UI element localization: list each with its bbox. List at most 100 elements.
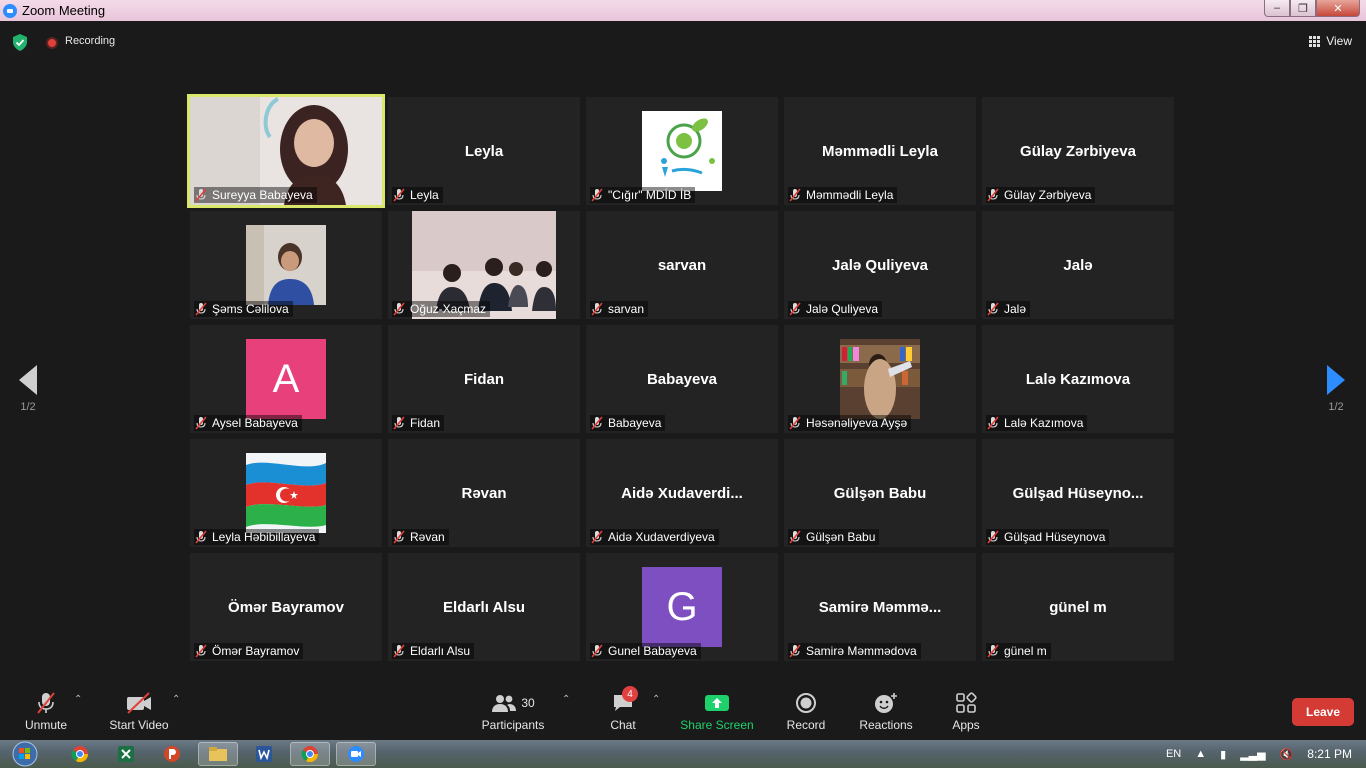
page-indicator-right: 1/2 (1328, 401, 1344, 413)
start-video-button[interactable]: Start Video (106, 690, 172, 732)
apps-button[interactable]: Apps (948, 690, 984, 732)
participant-tile[interactable]: Leyla Leyla (388, 97, 580, 205)
participant-display-name: Ömər Bayramov (228, 599, 344, 616)
reactions-button[interactable]: Reactions (858, 690, 914, 732)
chat-options-chevron-icon[interactable]: ⌃ (652, 694, 660, 705)
video-options-chevron-icon[interactable]: ⌃ (172, 694, 180, 705)
participant-name-tag: Oğuz-Xaçmaz (392, 301, 491, 317)
participant-tile[interactable]: Gülşad Hüseyno... Gülşad Hüseynova (982, 439, 1174, 547)
maximize-button[interactable]: ❐ (1290, 0, 1316, 17)
record-icon (796, 693, 816, 713)
participant-name: Gülşən Babu (806, 530, 876, 544)
participant-display-name: Jalə (1063, 257, 1093, 274)
taskbar-explorer-icon[interactable] (198, 742, 238, 766)
share-screen-label: Share Screen (680, 718, 754, 732)
security-shield-icon[interactable] (12, 34, 28, 51)
taskbar-zoom-icon[interactable] (336, 742, 376, 766)
muted-mic-icon (987, 644, 999, 658)
taskbar-word-icon[interactable] (244, 742, 284, 766)
participant-name: Jalə Quliyeva (806, 302, 879, 316)
participants-options-chevron-icon[interactable]: ⌃ (562, 694, 570, 705)
record-button[interactable]: Record (784, 690, 828, 732)
reactions-label: Reactions (859, 718, 913, 732)
meeting-toolbar: Unmute ⌃ Start Video ⌃ 30 Participants ⌃… (0, 684, 1366, 740)
participant-name-tag: Gülşad Hüseynova (986, 529, 1110, 545)
participant-tile[interactable]: Sureyya Babayeva (187, 94, 385, 208)
audio-options-chevron-icon[interactable]: ⌃ (74, 694, 82, 705)
gallery-grid: Sureyya Babayeva Leyla Leyla "Cığır" MDİD İ… (187, 94, 1178, 665)
participant-tile[interactable]: Şəms Cəlilova (190, 211, 382, 319)
participant-tile[interactable]: Oğuz-Xaçmaz (388, 211, 580, 319)
participant-name: Gunel Babayeva (608, 644, 697, 658)
muted-mic-icon (987, 302, 999, 316)
participant-name-tag: Aidə Xudaverdiyeva (590, 529, 719, 545)
participants-count: 30 (521, 696, 535, 710)
participant-display-name: Eldarlı Alsu (443, 599, 525, 616)
muted-mic-icon (591, 416, 603, 430)
participant-name: Leyla Həbibillayeva (212, 530, 316, 544)
muted-mic-icon (393, 530, 405, 544)
grid-view-icon (1309, 35, 1321, 47)
participant-name-tag: Gunel Babayeva (590, 643, 701, 659)
network-signal-icon[interactable]: ▂▃▅ (1240, 748, 1265, 761)
participant-tile[interactable]: G Gunel Babayeva (586, 553, 778, 661)
participant-tile[interactable]: Leyla Həbibillayeva (190, 439, 382, 547)
participant-tile[interactable]: Jalə Jalə (982, 211, 1174, 319)
avatar-letter: G (642, 567, 722, 647)
muted-mic-icon (195, 416, 207, 430)
participant-tile[interactable]: Eldarlı Alsu Eldarlı Alsu (388, 553, 580, 661)
participant-tile[interactable]: Gülay Zərbiyeva Gülay Zərbiyeva (982, 97, 1174, 205)
participant-name: Şəms Cəlilova (212, 302, 289, 316)
participant-name-tag: Məmmədli Leyla (788, 187, 898, 203)
muted-mic-icon (195, 644, 207, 658)
participant-tile[interactable]: Aidə Xudaverdi... Aidə Xudaverdiyeva (586, 439, 778, 547)
muted-mic-icon (789, 530, 801, 544)
participant-name-tag: Leyla (392, 187, 443, 203)
participant-tile[interactable]: Gülşən Babu Gülşən Babu (784, 439, 976, 547)
participant-tile[interactable]: Həsənəliyeva Ayşə (784, 325, 976, 433)
chat-button[interactable]: 4 Chat (604, 686, 642, 732)
view-label: View (1326, 34, 1352, 48)
muted-mic-icon (591, 530, 603, 544)
participant-tile[interactable]: Samirə Məmmə... Samirə Məmmədova (784, 553, 976, 661)
view-button[interactable]: View (1309, 34, 1352, 48)
participant-tile[interactable]: Jalə Quliyeva Jalə Quliyeva (784, 211, 976, 319)
participant-tile[interactable]: A Aysel Babayeva (190, 325, 382, 433)
previous-page-button[interactable]: 1/2 (8, 365, 48, 413)
taskbar-powerpoint-icon[interactable] (152, 742, 192, 766)
muted-mic-icon (195, 188, 207, 202)
volume-muted-icon[interactable]: 🔇 (1280, 748, 1294, 761)
participant-tile[interactable]: Fidan Fidan (388, 325, 580, 433)
power-icon[interactable]: ▮ (1220, 748, 1226, 761)
share-screen-button[interactable]: Share Screen (680, 690, 754, 732)
participant-tile[interactable]: günel m günel m (982, 553, 1174, 661)
chat-label: Chat (610, 718, 636, 732)
muted-mic-icon (591, 188, 603, 202)
participants-button[interactable]: 30 Participants (480, 690, 546, 732)
participant-tile[interactable]: Lalə Kazımova Lalə Kazımova (982, 325, 1174, 433)
clock[interactable]: 8:21 PM (1307, 747, 1352, 761)
language-indicator[interactable]: EN (1166, 748, 1181, 760)
arrow-left-icon (19, 365, 37, 395)
close-button[interactable]: ✕ (1316, 0, 1360, 17)
taskbar-excel-icon[interactable] (106, 742, 146, 766)
windows-start-icon[interactable] (6, 741, 44, 767)
tray-expand-icon[interactable]: ▲ (1195, 748, 1206, 760)
participant-tile[interactable]: Rəvan Rəvan (388, 439, 580, 547)
muted-mic-icon (591, 302, 603, 316)
minimize-button[interactable]: – (1264, 0, 1290, 17)
zoom-window: Zoom Meeting – ❐ ✕ Recording View 1/2 1/… (0, 0, 1366, 768)
participant-name-tag: "Cığır" MDİD İB (590, 187, 696, 203)
participant-tile[interactable]: sarvan sarvan (586, 211, 778, 319)
taskbar-chrome-window-icon[interactable] (290, 742, 330, 766)
participant-name-tag: Ömər Bayramov (194, 643, 304, 659)
taskbar-chrome-icon[interactable] (60, 742, 100, 766)
participant-tile[interactable]: Məmmədli Leyla Məmmədli Leyla (784, 97, 976, 205)
leave-button[interactable]: Leave (1292, 698, 1354, 726)
participant-tile[interactable]: "Cığır" MDİD İB (586, 97, 778, 205)
participant-tile[interactable]: Babayeva Babayeva (586, 325, 778, 433)
participant-tile[interactable]: Ömər Bayramov Ömər Bayramov (190, 553, 382, 661)
participant-name-tag: Rəvan (392, 529, 449, 545)
next-page-button[interactable]: 1/2 (1316, 365, 1356, 413)
unmute-button[interactable]: Unmute (22, 690, 70, 732)
